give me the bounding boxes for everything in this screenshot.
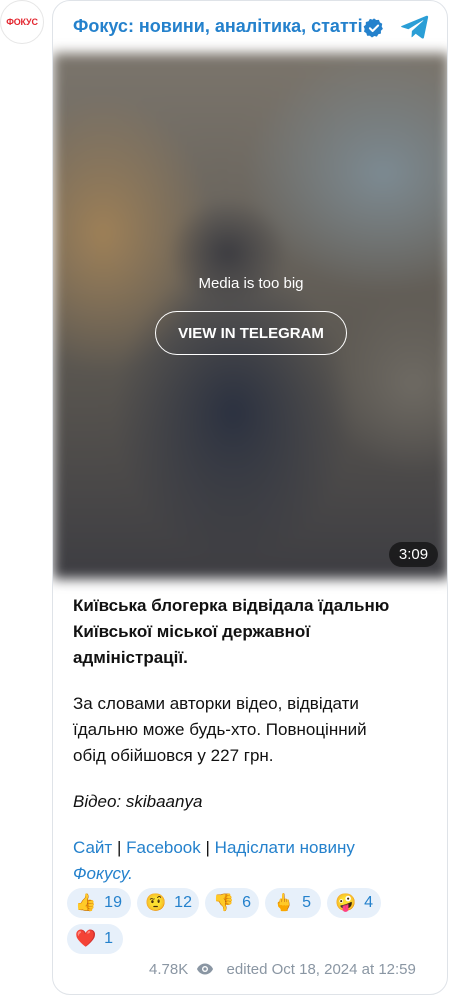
channel-avatar[interactable]: ФОКУС (0, 0, 44, 44)
verified-badge-icon (363, 18, 383, 38)
post-body: За словами авторки відео, відвідати їдал… (73, 694, 367, 765)
reaction-count: 19 (104, 894, 122, 911)
post-timestamp[interactable]: Oct 18, 2024 at 12:59 (272, 961, 416, 978)
middle-finger-icon: 🖕 (273, 893, 295, 912)
reaction-count: 1 (104, 930, 114, 947)
edited-label: edited (226, 961, 268, 978)
channel-title-link[interactable]: Фокус: новини, аналітика, статті (73, 16, 363, 37)
reaction-count: 4 (364, 894, 374, 911)
reaction-count: 6 (242, 894, 252, 911)
reaction-count: 5 (302, 894, 312, 911)
link-separator: | (205, 838, 210, 857)
eye-icon (197, 963, 214, 975)
facebook-link[interactable]: Facebook (126, 838, 201, 857)
video-credit: Відео: skibaanya (73, 792, 203, 811)
thumbs-down-icon: 👎 (213, 893, 235, 912)
avatar-logo-text: ФОКУС (6, 17, 38, 27)
submit-news-link[interactable]: Надіслати новину (215, 838, 355, 857)
reaction-middle-finger[interactable]: 🖕 5 (265, 888, 321, 918)
site-link[interactable]: Сайт (73, 838, 112, 857)
post-text: Київська блогерка відвідала їдальню Київ… (73, 593, 433, 887)
reaction-raised-eyebrow[interactable]: 🤨 12 (137, 888, 199, 918)
reaction-zany-face[interactable]: 🤪 4 (327, 888, 381, 918)
message-card: Фокус: новини, аналітика, статті Media i… (52, 0, 448, 995)
message-meta: 4.78K edited Oct 18, 2024 at 12:59 (149, 961, 416, 978)
heart-icon: ❤️ (75, 929, 97, 948)
reaction-count: 12 (174, 894, 192, 911)
post-links: Сайт | Facebook | Надіслати новину Фокус… (73, 835, 433, 887)
raised-eyebrow-face-icon: 🤨 (145, 893, 167, 912)
message-header: Фокус: новини, аналітика, статті (53, 1, 447, 53)
submit-news-link-italic[interactable]: Фокусу. (73, 864, 133, 883)
view-count: 4.78K (149, 961, 189, 978)
reaction-thumbs-down[interactable]: 👎 6 (205, 888, 259, 918)
reaction-heart[interactable]: ❤️ 1 (67, 924, 123, 954)
telegram-logo-icon[interactable] (399, 13, 429, 41)
thumbs-up-icon: 👍 (75, 893, 97, 912)
media-too-big-notice: Media is too big (198, 275, 304, 292)
reaction-thumbs-up[interactable]: 👍 19 (67, 888, 131, 918)
media-overlay: Media is too big VIEW IN TELEGRAM 3:09 (53, 53, 447, 579)
link-separator: | (116, 838, 122, 857)
view-in-telegram-button[interactable]: VIEW IN TELEGRAM (155, 311, 347, 355)
post-headline: Київська блогерка відвідала їдальню Київ… (73, 596, 390, 667)
zany-face-icon: 🤪 (335, 893, 357, 912)
video-duration-badge: 3:09 (389, 542, 438, 567)
